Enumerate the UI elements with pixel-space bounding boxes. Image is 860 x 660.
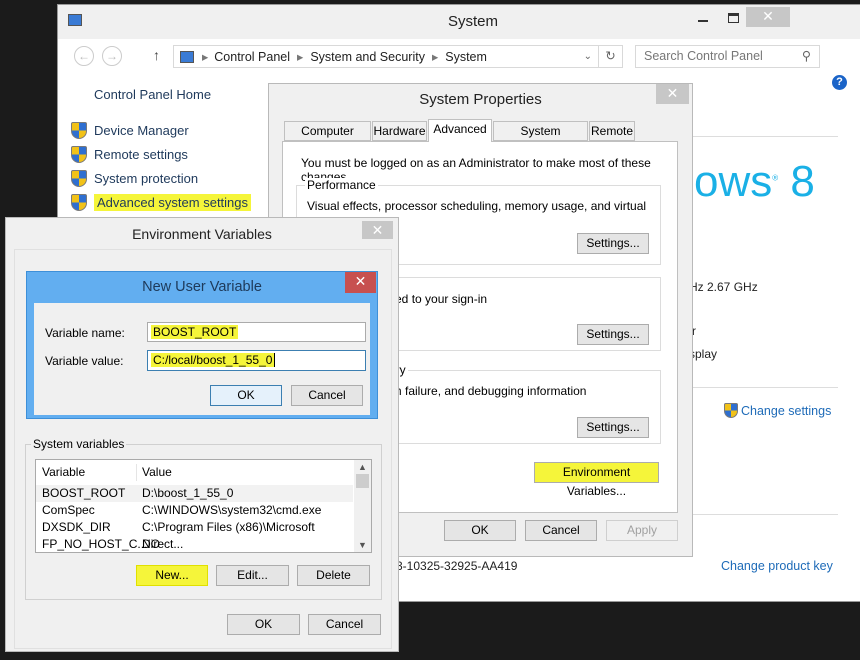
user-profiles-settings-button[interactable]: Settings... [577, 324, 649, 345]
tab-computer-name[interactable]: Computer Name [284, 121, 371, 156]
shield-icon [71, 146, 87, 163]
table-row[interactable]: ComSpec C:\WINDOWS\system32\cmd.exe [36, 502, 353, 519]
dialog-title: System Properties [419, 91, 542, 108]
cancel-button[interactable]: Cancel [525, 520, 597, 541]
variable-name-label: Variable name: [45, 326, 125, 340]
environment-variables-button[interactable]: Environment Variables... [534, 462, 659, 498]
search-icon: ⚲ [801, 49, 811, 63]
close-button[interactable]: ✕ [345, 272, 376, 293]
processor-speed: Hz 2.67 GHz [689, 280, 758, 294]
back-button[interactable]: ← [74, 46, 94, 66]
divider [670, 387, 838, 388]
shield-icon [71, 194, 87, 211]
group-label: System variables [31, 437, 127, 451]
maximize-button[interactable] [728, 13, 739, 23]
search-input[interactable]: Search Control Panel ⚲ [635, 45, 820, 68]
tab-advanced[interactable]: Advanced [428, 119, 492, 142]
delete-variable-button[interactable]: Delete [297, 565, 370, 586]
system-variables-list[interactable]: Variable Value BOOST_ROOT D:\boost_1_55_0… [35, 459, 372, 553]
scroll-down-icon[interactable]: ▼ [354, 540, 371, 550]
table-row[interactable]: BOOST_ROOT D:\boost_1_55_0 [36, 485, 353, 502]
new-variable-button[interactable]: New... [136, 565, 208, 586]
group-desc: ated to your sign-in [385, 292, 488, 306]
up-button[interactable]: ↑ [153, 47, 160, 63]
scrollbar[interactable]: ▲ ▼ [354, 460, 371, 552]
ok-button[interactable]: OK [227, 614, 300, 635]
dialog-title: New User Variable [142, 279, 262, 295]
table-row[interactable]: DXSDK_DIR C:\Program Files (x86)\Microsof… [36, 519, 353, 551]
nav-remote-settings[interactable]: Remote settings [71, 146, 188, 163]
nav-advanced-system-settings[interactable]: Advanced system settings [71, 194, 252, 211]
shield-icon [724, 403, 738, 418]
nav-label: Device Manager [94, 123, 189, 138]
table-row[interactable]: FP_NO_HOST_C... NO [36, 536, 353, 552]
column-header-value[interactable]: Value [142, 464, 172, 481]
product-id: 3-10325-32925-AA419 [396, 559, 518, 573]
close-button[interactable]: ✕ [656, 84, 689, 104]
nav-label: Advanced system settings [94, 194, 252, 211]
tab-system-protection[interactable]: System Protection [493, 121, 588, 156]
ok-button[interactable]: OK [210, 385, 282, 406]
nav-label: Remote settings [94, 147, 188, 162]
new-user-variable-dialog: New User Variable ✕ Variable name: BOOST… [26, 271, 378, 419]
cancel-button[interactable]: Cancel [291, 385, 363, 406]
performance-settings-button[interactable]: Settings... [577, 233, 649, 254]
shield-icon [71, 122, 87, 139]
cancel-button[interactable]: Cancel [308, 614, 381, 635]
divider [670, 136, 838, 137]
nav-bar: ← → ↑ ▸ Control Panel ▸ System and Secur… [58, 39, 860, 75]
startup-settings-button[interactable]: Settings... [577, 417, 649, 438]
group-label: Performance [305, 178, 378, 192]
search-placeholder: Search Control Panel [644, 49, 763, 63]
nav-system-protection[interactable]: System protection [71, 170, 198, 187]
column-header-variable[interactable]: Variable [42, 464, 85, 481]
group-desc: em failure, and debugging information [385, 384, 587, 398]
address-bar[interactable]: ▸ Control Panel ▸ System and Security ▸ … [173, 45, 623, 68]
windows-logo-text: ows® 8 [694, 157, 815, 206]
variable-value-label: Variable value: [45, 354, 124, 368]
breadcrumb-item[interactable]: System and Security [310, 50, 425, 64]
list-header: Variable Value [36, 464, 353, 481]
tab-remote[interactable]: Remote [589, 121, 635, 141]
control-panel-home-link[interactable]: Control Panel Home [94, 87, 211, 102]
chevron-right-icon: ▸ [297, 50, 304, 64]
tab-hardware[interactable]: Hardware [372, 121, 427, 141]
close-button[interactable]: ✕ [746, 7, 790, 27]
change-product-key-link[interactable]: Change product key [721, 559, 833, 573]
chevron-down-icon[interactable]: ⌄ [584, 51, 592, 62]
window-title: System [447, 13, 498, 30]
dialog-body: Variable name: BOOST_ROOT Variable value… [34, 303, 370, 415]
minimize-button[interactable] [698, 20, 708, 22]
nav-label: System protection [94, 171, 199, 186]
chevron-right-icon: ▸ [202, 50, 209, 64]
computer-icon [180, 50, 194, 63]
refresh-icon[interactable]: ↻ [598, 45, 622, 68]
breadcrumb-item[interactable]: System [445, 50, 487, 64]
dialog-title: Environment Variables [132, 226, 272, 242]
scroll-up-icon[interactable]: ▲ [354, 462, 371, 472]
change-settings-link[interactable]: Change settings [724, 403, 831, 418]
help-icon[interactable]: ? [832, 75, 847, 90]
breadcrumb-item[interactable]: Control Panel [214, 50, 290, 64]
ok-button[interactable]: OK [444, 520, 516, 541]
scroll-thumb[interactable] [356, 474, 369, 488]
edit-variable-button[interactable]: Edit... [216, 565, 289, 586]
nav-device-manager[interactable]: Device Manager [71, 122, 189, 139]
forward-button[interactable]: → [102, 46, 122, 66]
apply-button[interactable]: Apply [606, 520, 678, 541]
chevron-right-icon: ▸ [431, 50, 439, 64]
divider [670, 514, 838, 515]
shield-icon [71, 170, 87, 187]
variable-value-input[interactable]: C:/local/boost_1_55_0 [147, 350, 366, 371]
pen-touch-fragment: splay [689, 347, 718, 361]
close-button[interactable]: ✕ [362, 221, 393, 239]
variable-name-input[interactable]: BOOST_ROOT [147, 322, 366, 342]
